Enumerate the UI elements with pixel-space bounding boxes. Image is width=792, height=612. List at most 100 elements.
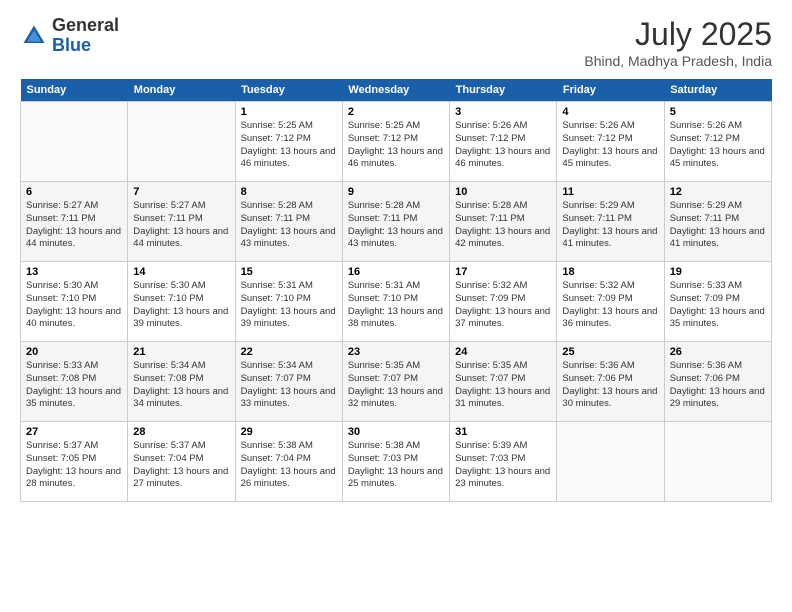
day-info: Sunrise: 5:28 AMSunset: 7:11 PMDaylight:… — [348, 200, 444, 251]
calendar-cell: 8 Sunrise: 5:28 AMSunset: 7:11 PMDayligh… — [235, 182, 342, 262]
day-info: Sunrise: 5:38 AMSunset: 7:03 PMDaylight:… — [348, 440, 444, 491]
day-number: 14 — [133, 266, 229, 278]
day-number: 29 — [241, 426, 337, 438]
calendar-cell: 10 Sunrise: 5:28 AMSunset: 7:11 PMDaylig… — [450, 182, 557, 262]
calendar-cell: 23 Sunrise: 5:35 AMSunset: 7:07 PMDaylig… — [342, 342, 449, 422]
calendar-cell: 13 Sunrise: 5:30 AMSunset: 7:10 PMDaylig… — [21, 262, 128, 342]
day-info: Sunrise: 5:33 AMSunset: 7:09 PMDaylight:… — [670, 280, 766, 331]
calendar-cell — [557, 422, 664, 502]
logo: General Blue — [20, 16, 119, 56]
day-info: Sunrise: 5:33 AMSunset: 7:08 PMDaylight:… — [26, 360, 122, 411]
day-number: 6 — [26, 186, 122, 198]
col-saturday: Saturday — [664, 79, 771, 102]
calendar-cell: 27 Sunrise: 5:37 AMSunset: 7:05 PMDaylig… — [21, 422, 128, 502]
col-sunday: Sunday — [21, 79, 128, 102]
calendar-cell: 21 Sunrise: 5:34 AMSunset: 7:08 PMDaylig… — [128, 342, 235, 422]
day-number: 7 — [133, 186, 229, 198]
day-info: Sunrise: 5:27 AMSunset: 7:11 PMDaylight:… — [133, 200, 229, 251]
day-number: 3 — [455, 106, 551, 118]
logo-general: General — [52, 16, 119, 36]
day-number: 1 — [241, 106, 337, 118]
logo-text: General Blue — [52, 16, 119, 56]
day-info: Sunrise: 5:31 AMSunset: 7:10 PMDaylight:… — [241, 280, 337, 331]
calendar-cell: 19 Sunrise: 5:33 AMSunset: 7:09 PMDaylig… — [664, 262, 771, 342]
calendar-cell: 3 Sunrise: 5:26 AMSunset: 7:12 PMDayligh… — [450, 102, 557, 182]
logo-blue: Blue — [52, 36, 119, 56]
day-info: Sunrise: 5:34 AMSunset: 7:07 PMDaylight:… — [241, 360, 337, 411]
calendar-table: Sunday Monday Tuesday Wednesday Thursday… — [20, 79, 772, 502]
day-number: 23 — [348, 346, 444, 358]
day-number: 28 — [133, 426, 229, 438]
day-info: Sunrise: 5:29 AMSunset: 7:11 PMDaylight:… — [670, 200, 766, 251]
day-number: 8 — [241, 186, 337, 198]
calendar-cell: 30 Sunrise: 5:38 AMSunset: 7:03 PMDaylig… — [342, 422, 449, 502]
day-number: 21 — [133, 346, 229, 358]
day-info: Sunrise: 5:28 AMSunset: 7:11 PMDaylight:… — [455, 200, 551, 251]
day-info: Sunrise: 5:26 AMSunset: 7:12 PMDaylight:… — [455, 120, 551, 171]
col-thursday: Thursday — [450, 79, 557, 102]
calendar-cell: 22 Sunrise: 5:34 AMSunset: 7:07 PMDaylig… — [235, 342, 342, 422]
day-info: Sunrise: 5:38 AMSunset: 7:04 PMDaylight:… — [241, 440, 337, 491]
day-number: 30 — [348, 426, 444, 438]
day-info: Sunrise: 5:32 AMSunset: 7:09 PMDaylight:… — [455, 280, 551, 331]
calendar-cell: 1 Sunrise: 5:25 AMSunset: 7:12 PMDayligh… — [235, 102, 342, 182]
day-number: 24 — [455, 346, 551, 358]
calendar-cell: 20 Sunrise: 5:33 AMSunset: 7:08 PMDaylig… — [21, 342, 128, 422]
day-info: Sunrise: 5:29 AMSunset: 7:11 PMDaylight:… — [562, 200, 658, 251]
day-number: 17 — [455, 266, 551, 278]
calendar-cell: 29 Sunrise: 5:38 AMSunset: 7:04 PMDaylig… — [235, 422, 342, 502]
header: General Blue July 2025 Bhind, Madhya Pra… — [20, 16, 772, 69]
calendar-cell: 14 Sunrise: 5:30 AMSunset: 7:10 PMDaylig… — [128, 262, 235, 342]
day-number: 10 — [455, 186, 551, 198]
day-info: Sunrise: 5:39 AMSunset: 7:03 PMDaylight:… — [455, 440, 551, 491]
calendar-cell — [128, 102, 235, 182]
day-info: Sunrise: 5:27 AMSunset: 7:11 PMDaylight:… — [26, 200, 122, 251]
logo-icon — [20, 22, 48, 50]
calendar-week-2: 6 Sunrise: 5:27 AMSunset: 7:11 PMDayligh… — [21, 182, 772, 262]
calendar-cell: 26 Sunrise: 5:36 AMSunset: 7:06 PMDaylig… — [664, 342, 771, 422]
day-number: 4 — [562, 106, 658, 118]
title-block: July 2025 Bhind, Madhya Pradesh, India — [584, 16, 772, 69]
calendar-cell: 12 Sunrise: 5:29 AMSunset: 7:11 PMDaylig… — [664, 182, 771, 262]
day-number: 15 — [241, 266, 337, 278]
day-info: Sunrise: 5:30 AMSunset: 7:10 PMDaylight:… — [133, 280, 229, 331]
day-info: Sunrise: 5:32 AMSunset: 7:09 PMDaylight:… — [562, 280, 658, 331]
day-number: 31 — [455, 426, 551, 438]
calendar-cell: 17 Sunrise: 5:32 AMSunset: 7:09 PMDaylig… — [450, 262, 557, 342]
calendar-cell: 11 Sunrise: 5:29 AMSunset: 7:11 PMDaylig… — [557, 182, 664, 262]
day-number: 13 — [26, 266, 122, 278]
calendar-title: July 2025 — [584, 16, 772, 53]
calendar-cell: 24 Sunrise: 5:35 AMSunset: 7:07 PMDaylig… — [450, 342, 557, 422]
calendar-cell: 28 Sunrise: 5:37 AMSunset: 7:04 PMDaylig… — [128, 422, 235, 502]
calendar-body: 1 Sunrise: 5:25 AMSunset: 7:12 PMDayligh… — [21, 102, 772, 502]
day-number: 12 — [670, 186, 766, 198]
calendar-cell: 18 Sunrise: 5:32 AMSunset: 7:09 PMDaylig… — [557, 262, 664, 342]
day-info: Sunrise: 5:36 AMSunset: 7:06 PMDaylight:… — [670, 360, 766, 411]
calendar-cell: 4 Sunrise: 5:26 AMSunset: 7:12 PMDayligh… — [557, 102, 664, 182]
calendar-cell: 2 Sunrise: 5:25 AMSunset: 7:12 PMDayligh… — [342, 102, 449, 182]
day-info: Sunrise: 5:35 AMSunset: 7:07 PMDaylight:… — [455, 360, 551, 411]
day-info: Sunrise: 5:37 AMSunset: 7:04 PMDaylight:… — [133, 440, 229, 491]
day-info: Sunrise: 5:25 AMSunset: 7:12 PMDaylight:… — [348, 120, 444, 171]
day-number: 25 — [562, 346, 658, 358]
day-info: Sunrise: 5:36 AMSunset: 7:06 PMDaylight:… — [562, 360, 658, 411]
col-wednesday: Wednesday — [342, 79, 449, 102]
calendar-week-3: 13 Sunrise: 5:30 AMSunset: 7:10 PMDaylig… — [21, 262, 772, 342]
day-number: 20 — [26, 346, 122, 358]
day-number: 2 — [348, 106, 444, 118]
calendar-week-4: 20 Sunrise: 5:33 AMSunset: 7:08 PMDaylig… — [21, 342, 772, 422]
day-number: 27 — [26, 426, 122, 438]
day-number: 16 — [348, 266, 444, 278]
calendar-cell: 15 Sunrise: 5:31 AMSunset: 7:10 PMDaylig… — [235, 262, 342, 342]
day-info: Sunrise: 5:37 AMSunset: 7:05 PMDaylight:… — [26, 440, 122, 491]
calendar-cell: 25 Sunrise: 5:36 AMSunset: 7:06 PMDaylig… — [557, 342, 664, 422]
day-info: Sunrise: 5:26 AMSunset: 7:12 PMDaylight:… — [670, 120, 766, 171]
calendar-cell: 5 Sunrise: 5:26 AMSunset: 7:12 PMDayligh… — [664, 102, 771, 182]
day-number: 5 — [670, 106, 766, 118]
calendar-cell: 31 Sunrise: 5:39 AMSunset: 7:03 PMDaylig… — [450, 422, 557, 502]
calendar-cell — [664, 422, 771, 502]
day-info: Sunrise: 5:34 AMSunset: 7:08 PMDaylight:… — [133, 360, 229, 411]
calendar-cell: 7 Sunrise: 5:27 AMSunset: 7:11 PMDayligh… — [128, 182, 235, 262]
calendar-week-1: 1 Sunrise: 5:25 AMSunset: 7:12 PMDayligh… — [21, 102, 772, 182]
day-info: Sunrise: 5:28 AMSunset: 7:11 PMDaylight:… — [241, 200, 337, 251]
